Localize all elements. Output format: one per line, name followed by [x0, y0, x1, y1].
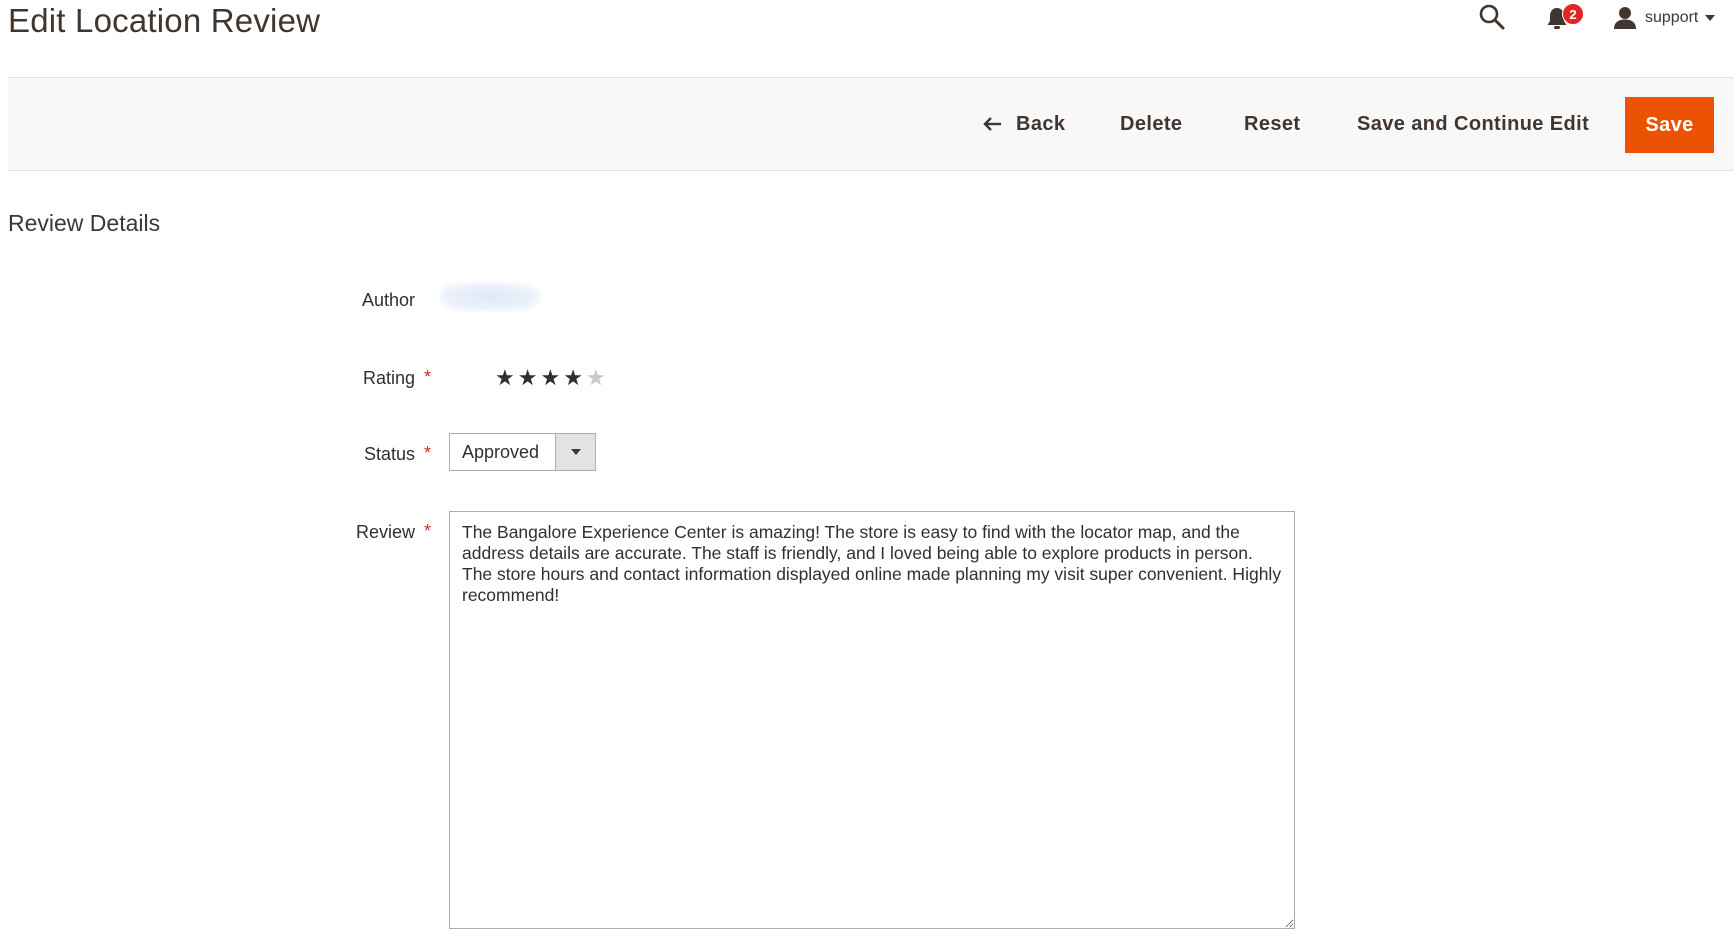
star-filled-icon[interactable]: ★: [518, 365, 538, 391]
page: Edit Location Review 2 support Back Dele…: [0, 0, 1734, 946]
search-button[interactable]: [1478, 3, 1506, 31]
review-textarea[interactable]: The Bangalore Experience Center is amazi…: [449, 511, 1295, 929]
status-label: Status: [363, 444, 415, 464]
chevron-down-icon: [1705, 15, 1716, 21]
star-filled-icon[interactable]: ★: [563, 365, 583, 391]
status-selected-value: Approved: [462, 442, 540, 462]
star-filled-icon[interactable]: ★: [540, 365, 560, 391]
notification-count-badge: 2: [1562, 3, 1584, 25]
author-value-redacted: [440, 283, 540, 311]
back-button-label: Back: [1016, 112, 1066, 135]
section-title: Review Details: [8, 210, 161, 236]
search-icon: [1479, 4, 1505, 30]
star-filled-icon[interactable]: ★: [495, 365, 515, 391]
rating-required-mark: *: [424, 367, 432, 387]
reset-button[interactable]: Reset: [1244, 78, 1300, 170]
author-label: Author: [361, 290, 415, 310]
arrow-left-icon: [982, 116, 1002, 132]
page-title: Edit Location Review: [8, 2, 321, 39]
rating-label: Rating: [362, 368, 415, 388]
user-name: support: [1645, 9, 1699, 26]
status-dropdown-toggle[interactable]: [555, 434, 595, 470]
notifications-button[interactable]: 2: [1546, 3, 1586, 32]
save-and-continue-edit-button[interactable]: Save and Continue Edit: [1357, 78, 1589, 170]
rating-stars[interactable]: ★ ★ ★ ★ ★: [495, 365, 606, 391]
status-required-mark: *: [424, 443, 432, 463]
star-empty-icon[interactable]: ★: [586, 365, 606, 391]
back-button[interactable]: Back: [982, 78, 1065, 170]
save-button[interactable]: Save: [1625, 97, 1714, 153]
review-required-mark: *: [424, 521, 432, 541]
delete-button[interactable]: Delete: [1120, 78, 1182, 170]
user-account-menu[interactable]: support: [1614, 4, 1716, 32]
page-actions-toolbar: Back Delete Reset Save and Continue Edit…: [8, 77, 1734, 171]
chevron-down-icon: [570, 449, 581, 455]
status-select[interactable]: Approved: [449, 433, 596, 471]
user-icon: [1614, 7, 1636, 29]
review-label: Review: [355, 522, 415, 542]
